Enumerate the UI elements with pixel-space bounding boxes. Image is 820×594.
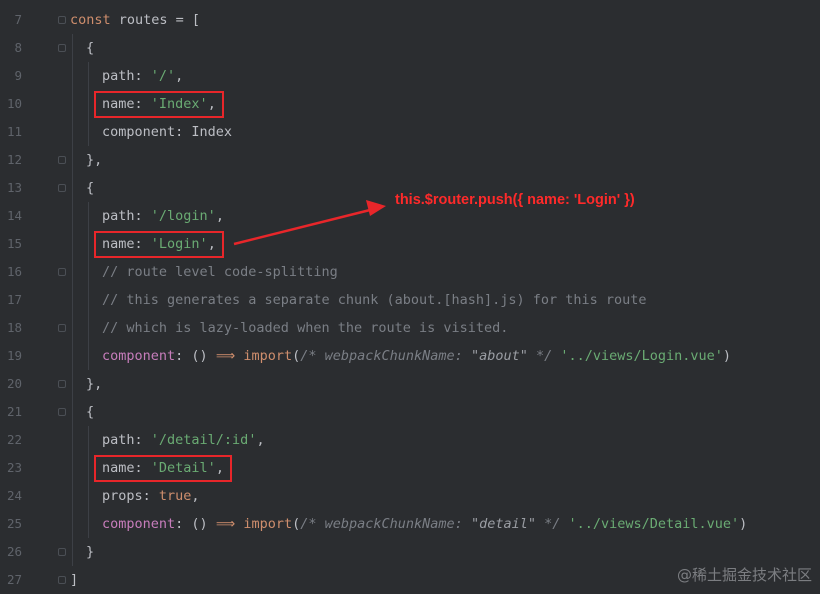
watermark: @稀土掘金技术社区 [676,566,812,584]
code-editor[interactable]: 7 8 9 10 11 12 13 14 15 16 17 18 19 20 2… [0,0,820,591]
annotation-text: this.$router.push({ name: 'Login' }) [395,192,635,208]
annotation-arrow-icon [233,200,386,246]
